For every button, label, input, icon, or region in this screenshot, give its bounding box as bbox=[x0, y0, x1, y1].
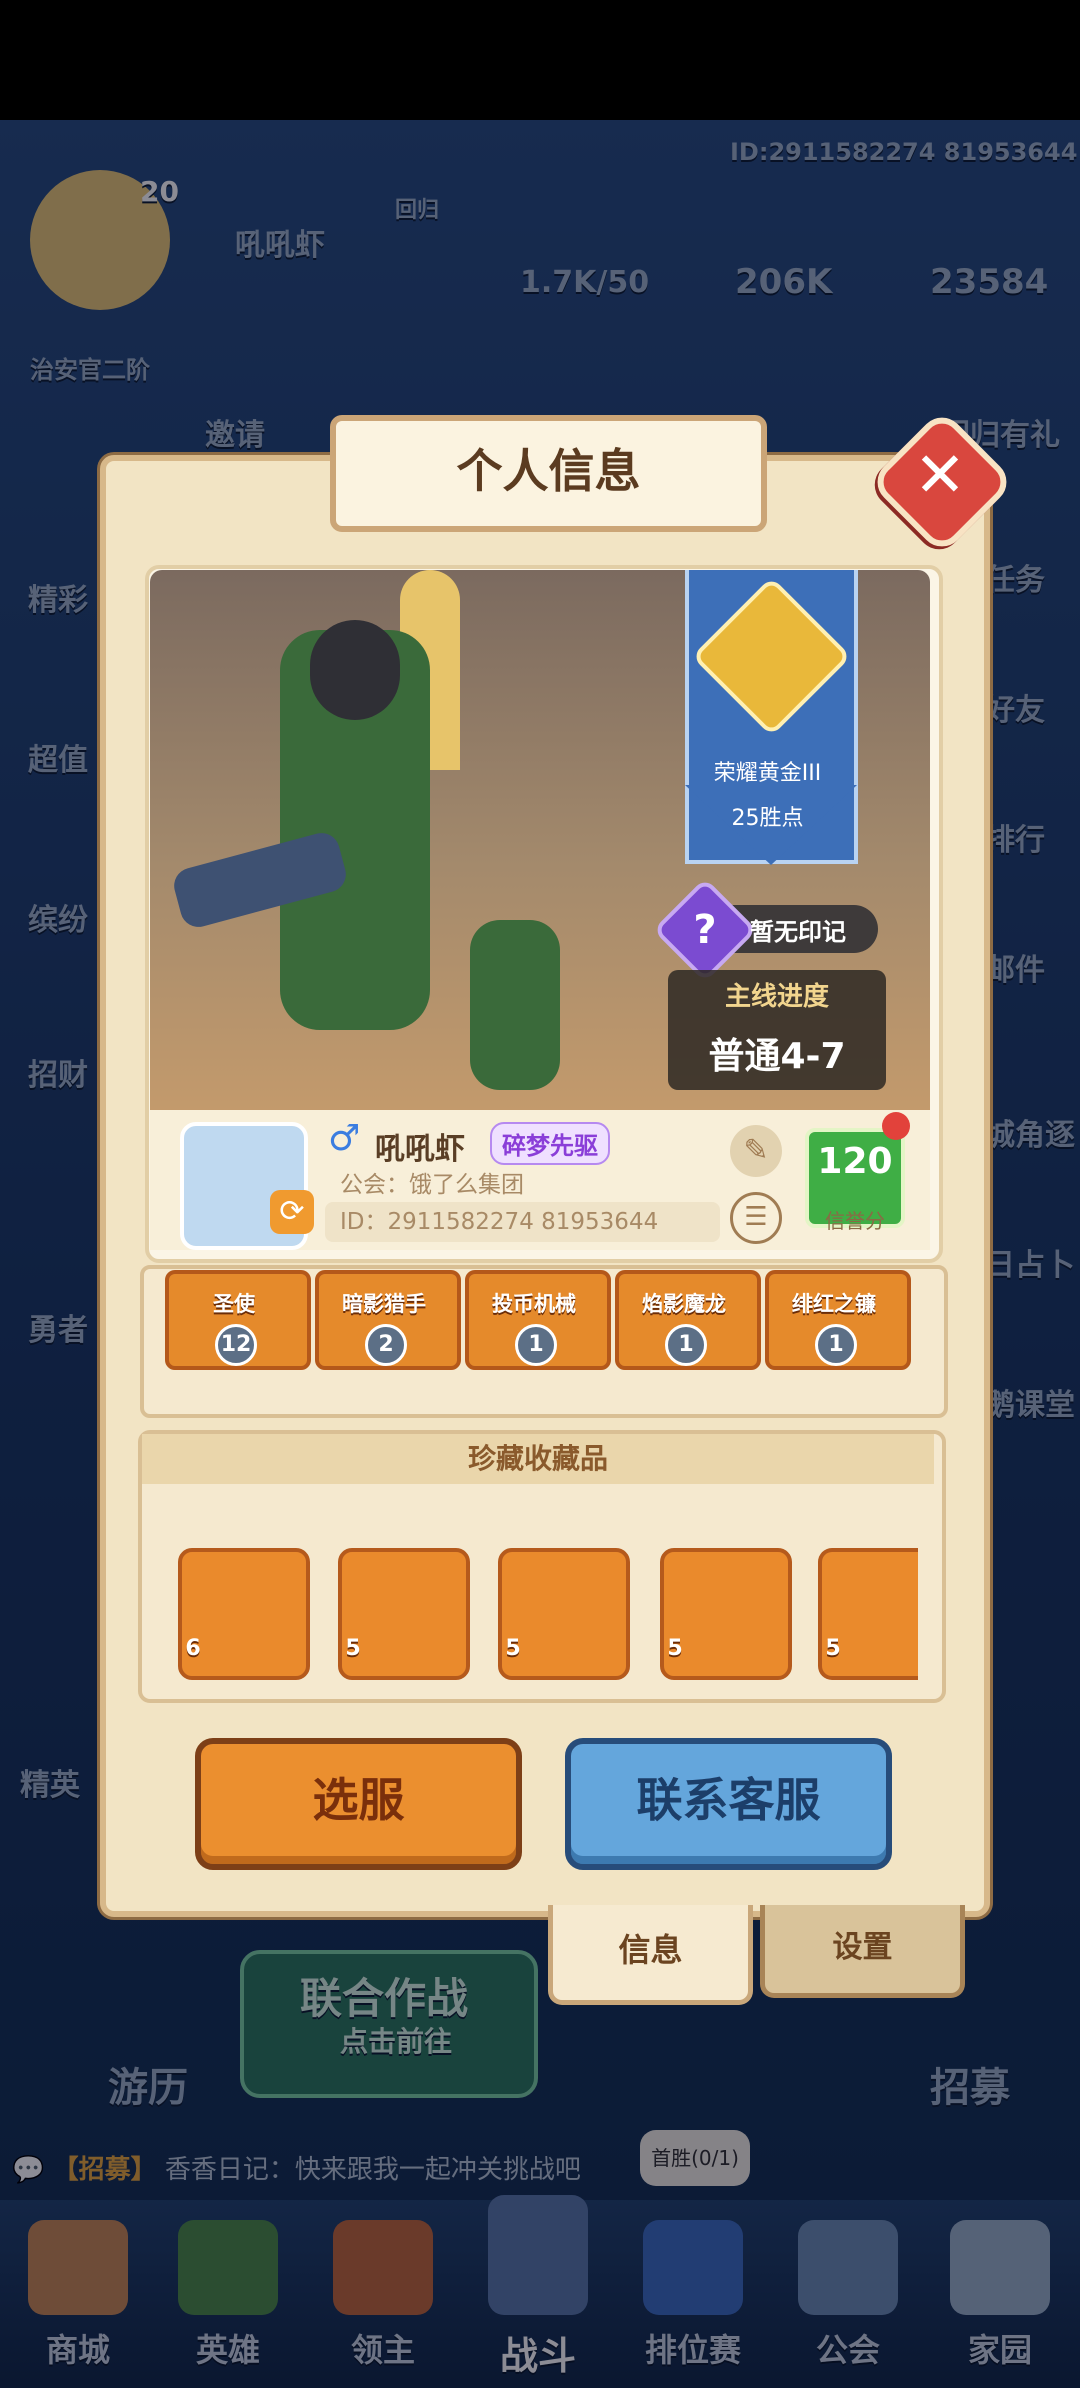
hero-name-2: 暗影猎手 bbox=[342, 1292, 426, 1316]
collection-count-3: 5 bbox=[505, 1636, 521, 1661]
rank-points: 25胜点 bbox=[731, 806, 804, 831]
select-server-button[interactable]: 选服 bbox=[195, 1738, 522, 1870]
hero-level-1: 12 bbox=[215, 1324, 257, 1366]
hero-name-1: 圣使 bbox=[213, 1292, 255, 1316]
dialog-title: 个人信息 bbox=[330, 415, 767, 532]
screen: ID:2911582274 81953644 20 吼吼虾 治安官二阶 回归 1… bbox=[0, 0, 1080, 2388]
hero-name-3: 投币机械 bbox=[492, 1292, 576, 1316]
guild-name: 公会：饿了么集团 bbox=[340, 1172, 524, 1198]
tab-settings[interactable]: 设置 bbox=[760, 1905, 965, 1998]
player-title-tag: 碎梦先驱 bbox=[490, 1122, 610, 1165]
profile-player-name: 吼吼虾 bbox=[375, 1132, 465, 1167]
hero-level-3: 1 bbox=[515, 1324, 557, 1366]
hero-name-5: 绯红之镰 bbox=[792, 1292, 876, 1316]
collection-count-2: 5 bbox=[345, 1636, 361, 1661]
progress-value: 普通4-7 bbox=[708, 1036, 846, 1077]
feather-icon[interactable]: ✎ bbox=[730, 1125, 782, 1177]
progress-label: 主线进度 bbox=[724, 982, 829, 1012]
emblem-text: 暂无印记 bbox=[750, 918, 846, 946]
hero-level-5: 1 bbox=[815, 1324, 857, 1366]
hero-name-4: 焰影魔龙 bbox=[642, 1292, 726, 1316]
credit-score-label: 信誉分 bbox=[825, 1209, 885, 1233]
question-mark-icon: ? bbox=[693, 907, 717, 953]
credit-score-value: 120 bbox=[817, 1141, 893, 1182]
swap-avatar-icon[interactable]: ⟳ bbox=[270, 1190, 314, 1234]
pet-figure bbox=[470, 920, 560, 1090]
rank-name: 荣耀黄金III bbox=[713, 761, 822, 786]
main-progress-box: 主线进度 普通4-7 bbox=[668, 970, 886, 1090]
collection-count-1: 6 bbox=[185, 1636, 201, 1661]
character-head bbox=[310, 620, 400, 720]
tab-info[interactable]: 信息 bbox=[548, 1905, 753, 2005]
notification-dot bbox=[882, 1112, 910, 1140]
copy-id-icon[interactable]: ☰ bbox=[730, 1192, 782, 1244]
status-bar bbox=[0, 0, 1080, 120]
collection-count-5: 5 bbox=[825, 1636, 841, 1661]
hero-level-4: 1 bbox=[665, 1324, 707, 1366]
contact-service-button[interactable]: 联系客服 bbox=[565, 1738, 892, 1870]
collection-title: 珍藏收藏品 bbox=[142, 1434, 934, 1484]
hero-level-2: 2 bbox=[365, 1324, 407, 1366]
collection-count-4: 5 bbox=[667, 1636, 683, 1661]
player-id-field: ID：2911582274 81953644 bbox=[325, 1202, 720, 1242]
male-icon: ♂ bbox=[328, 1118, 361, 1159]
close-icon: ✕ bbox=[914, 438, 966, 511]
